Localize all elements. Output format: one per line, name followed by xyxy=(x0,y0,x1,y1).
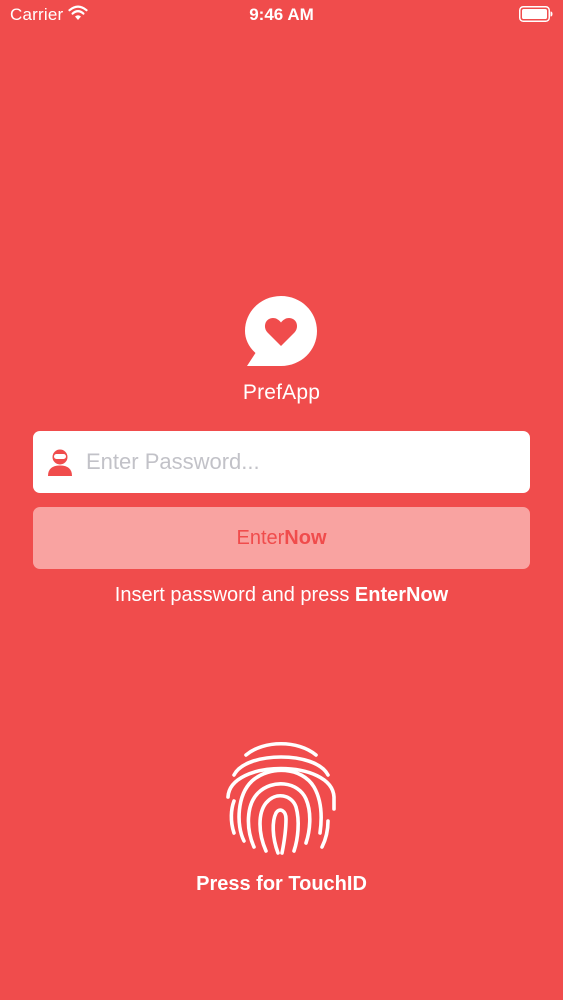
instruction-text-emphasis: EnterNow xyxy=(354,584,449,606)
enter-now-label-part1: Enter xyxy=(236,527,285,549)
status-time: 9:46 AM xyxy=(249,5,314,24)
heart-chat-bubble-icon xyxy=(245,296,317,366)
user-icon xyxy=(48,449,72,476)
app-name: PrefApp xyxy=(242,381,321,404)
password-input[interactable] xyxy=(86,431,516,493)
battery-icon xyxy=(519,6,553,22)
enter-now-button[interactable]: EnterNow xyxy=(33,507,530,569)
enter-now-label-part2: Now xyxy=(284,527,327,549)
fingerprint-icon[interactable] xyxy=(222,737,340,857)
instruction-text-main: Insert password and press xyxy=(114,584,355,606)
status-bar: Carrier 9:46 AM xyxy=(0,0,563,30)
touch-id-label[interactable]: Press for TouchID xyxy=(0,873,563,896)
password-field[interactable] xyxy=(33,431,530,493)
instruction-text: Insert password and press EnterNow xyxy=(0,584,563,607)
